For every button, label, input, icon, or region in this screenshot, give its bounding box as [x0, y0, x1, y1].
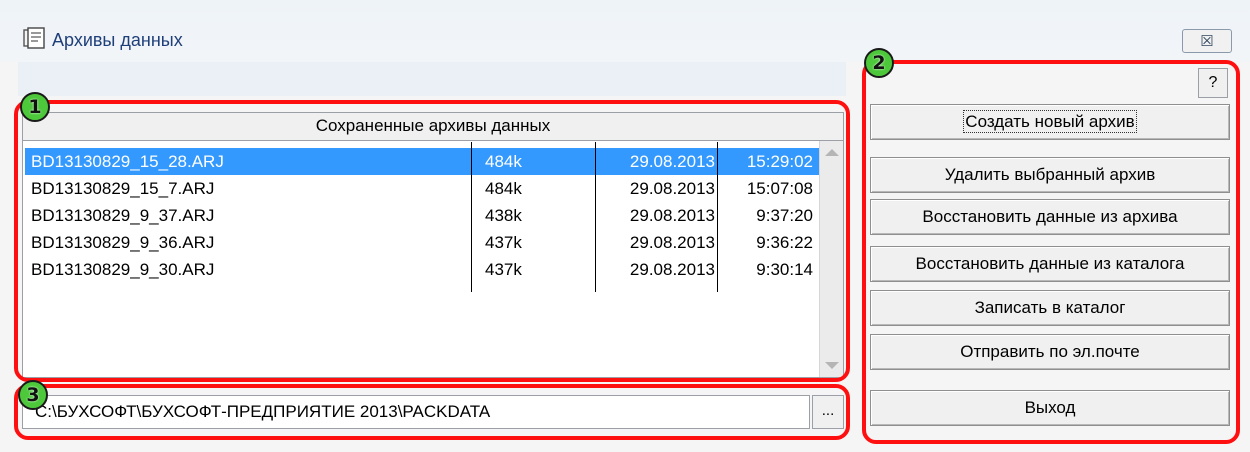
archive-folder-path-field[interactable]: C:\БУХСОФТ\БУХСОФТ-ПРЕДПРИЯТИЕ 2013\PACK…: [22, 395, 810, 429]
archives-list[interactable]: Сохраненные архивы данных BD13130829_15_…: [22, 112, 844, 378]
archive-date: 29.08.2013: [629, 260, 715, 279]
exit-button[interactable]: Выход: [870, 390, 1230, 426]
close-button[interactable]: ☒: [1182, 29, 1232, 53]
write-to-catalog-button[interactable]: Записать в каталог: [870, 290, 1230, 326]
archive-date: 29.08.2013: [629, 179, 715, 198]
archive-name: BD13130829_15_7.ARJ: [31, 179, 215, 198]
archives-window: Архивы данных ☒ Сохраненные архивы данны…: [0, 0, 1250, 452]
archive-time: 9:37:20: [756, 206, 813, 225]
browse-folder-button[interactable]: ...: [812, 395, 844, 429]
archive-name: BD13130829_9_37.ARJ: [31, 206, 215, 225]
list-header: Сохраненные архивы данных: [23, 113, 843, 141]
archive-size: 437k: [485, 233, 522, 252]
archive-name: BD13130829_9_36.ARJ: [31, 233, 215, 252]
restore-from-catalog-button[interactable]: Восстановить данные из каталога: [870, 246, 1230, 282]
list-scrollbar[interactable]: [819, 141, 843, 377]
archive-size: 484k: [485, 152, 522, 171]
annotation-badge-1: 1: [20, 92, 50, 122]
create-archive-button[interactable]: Создать новый архив: [870, 104, 1230, 140]
delete-archive-button[interactable]: Удалить выбранный архив: [870, 157, 1230, 193]
archive-time: 15:29:02: [746, 152, 813, 171]
table-row[interactable]: BD13130829_9_36.ARJ 437k 29.08.2013 9:36…: [25, 229, 819, 256]
archive-size: 484k: [485, 179, 522, 198]
table-row[interactable]: BD13130829_15_28.ARJ 484k 29.08.2013 15:…: [25, 148, 819, 175]
table-row[interactable]: BD13130829_15_7.ARJ 484k 29.08.2013 15:0…: [25, 175, 819, 202]
annotation-badge-3: 3: [18, 380, 48, 410]
archive-size: 437k: [485, 260, 522, 279]
column-divider: [595, 142, 596, 292]
scroll-down-arrow-icon[interactable]: [825, 362, 839, 369]
archive-date: 29.08.2013: [629, 206, 715, 225]
archive-time: 15:07:08: [746, 179, 813, 198]
archive-time: 9:36:22: [756, 233, 813, 252]
annotation-badge-2: 2: [864, 48, 894, 78]
send-email-button[interactable]: Отправить по эл.почте: [870, 334, 1230, 370]
toolbar-band: [18, 62, 846, 96]
archive-app-icon: [23, 27, 45, 49]
archive-size: 438k: [485, 206, 522, 225]
archive-time: 9:30:14: [756, 260, 813, 279]
window-title: Архивы данных: [52, 30, 183, 50]
restore-from-archive-button[interactable]: Восстановить данные из архива: [870, 199, 1230, 235]
column-divider: [471, 142, 472, 292]
table-row[interactable]: BD13130829_9_30.ARJ 437k 29.08.2013 9:30…: [25, 256, 819, 283]
create-archive-label: Создать новый архив: [963, 110, 1137, 133]
help-button[interactable]: ?: [1198, 68, 1228, 98]
archive-name: BD13130829_9_30.ARJ: [31, 260, 215, 279]
table-row[interactable]: BD13130829_9_37.ARJ 438k 29.08.2013 9:37…: [25, 202, 819, 229]
archive-date: 29.08.2013: [629, 233, 715, 252]
archive-date: 29.08.2013: [629, 152, 715, 171]
scroll-up-arrow-icon[interactable]: [825, 149, 839, 156]
title-bar[interactable]: Архивы данных ☒: [0, 0, 1250, 62]
archive-name: BD13130829_15_28.ARJ: [31, 152, 224, 171]
column-divider: [717, 142, 718, 292]
